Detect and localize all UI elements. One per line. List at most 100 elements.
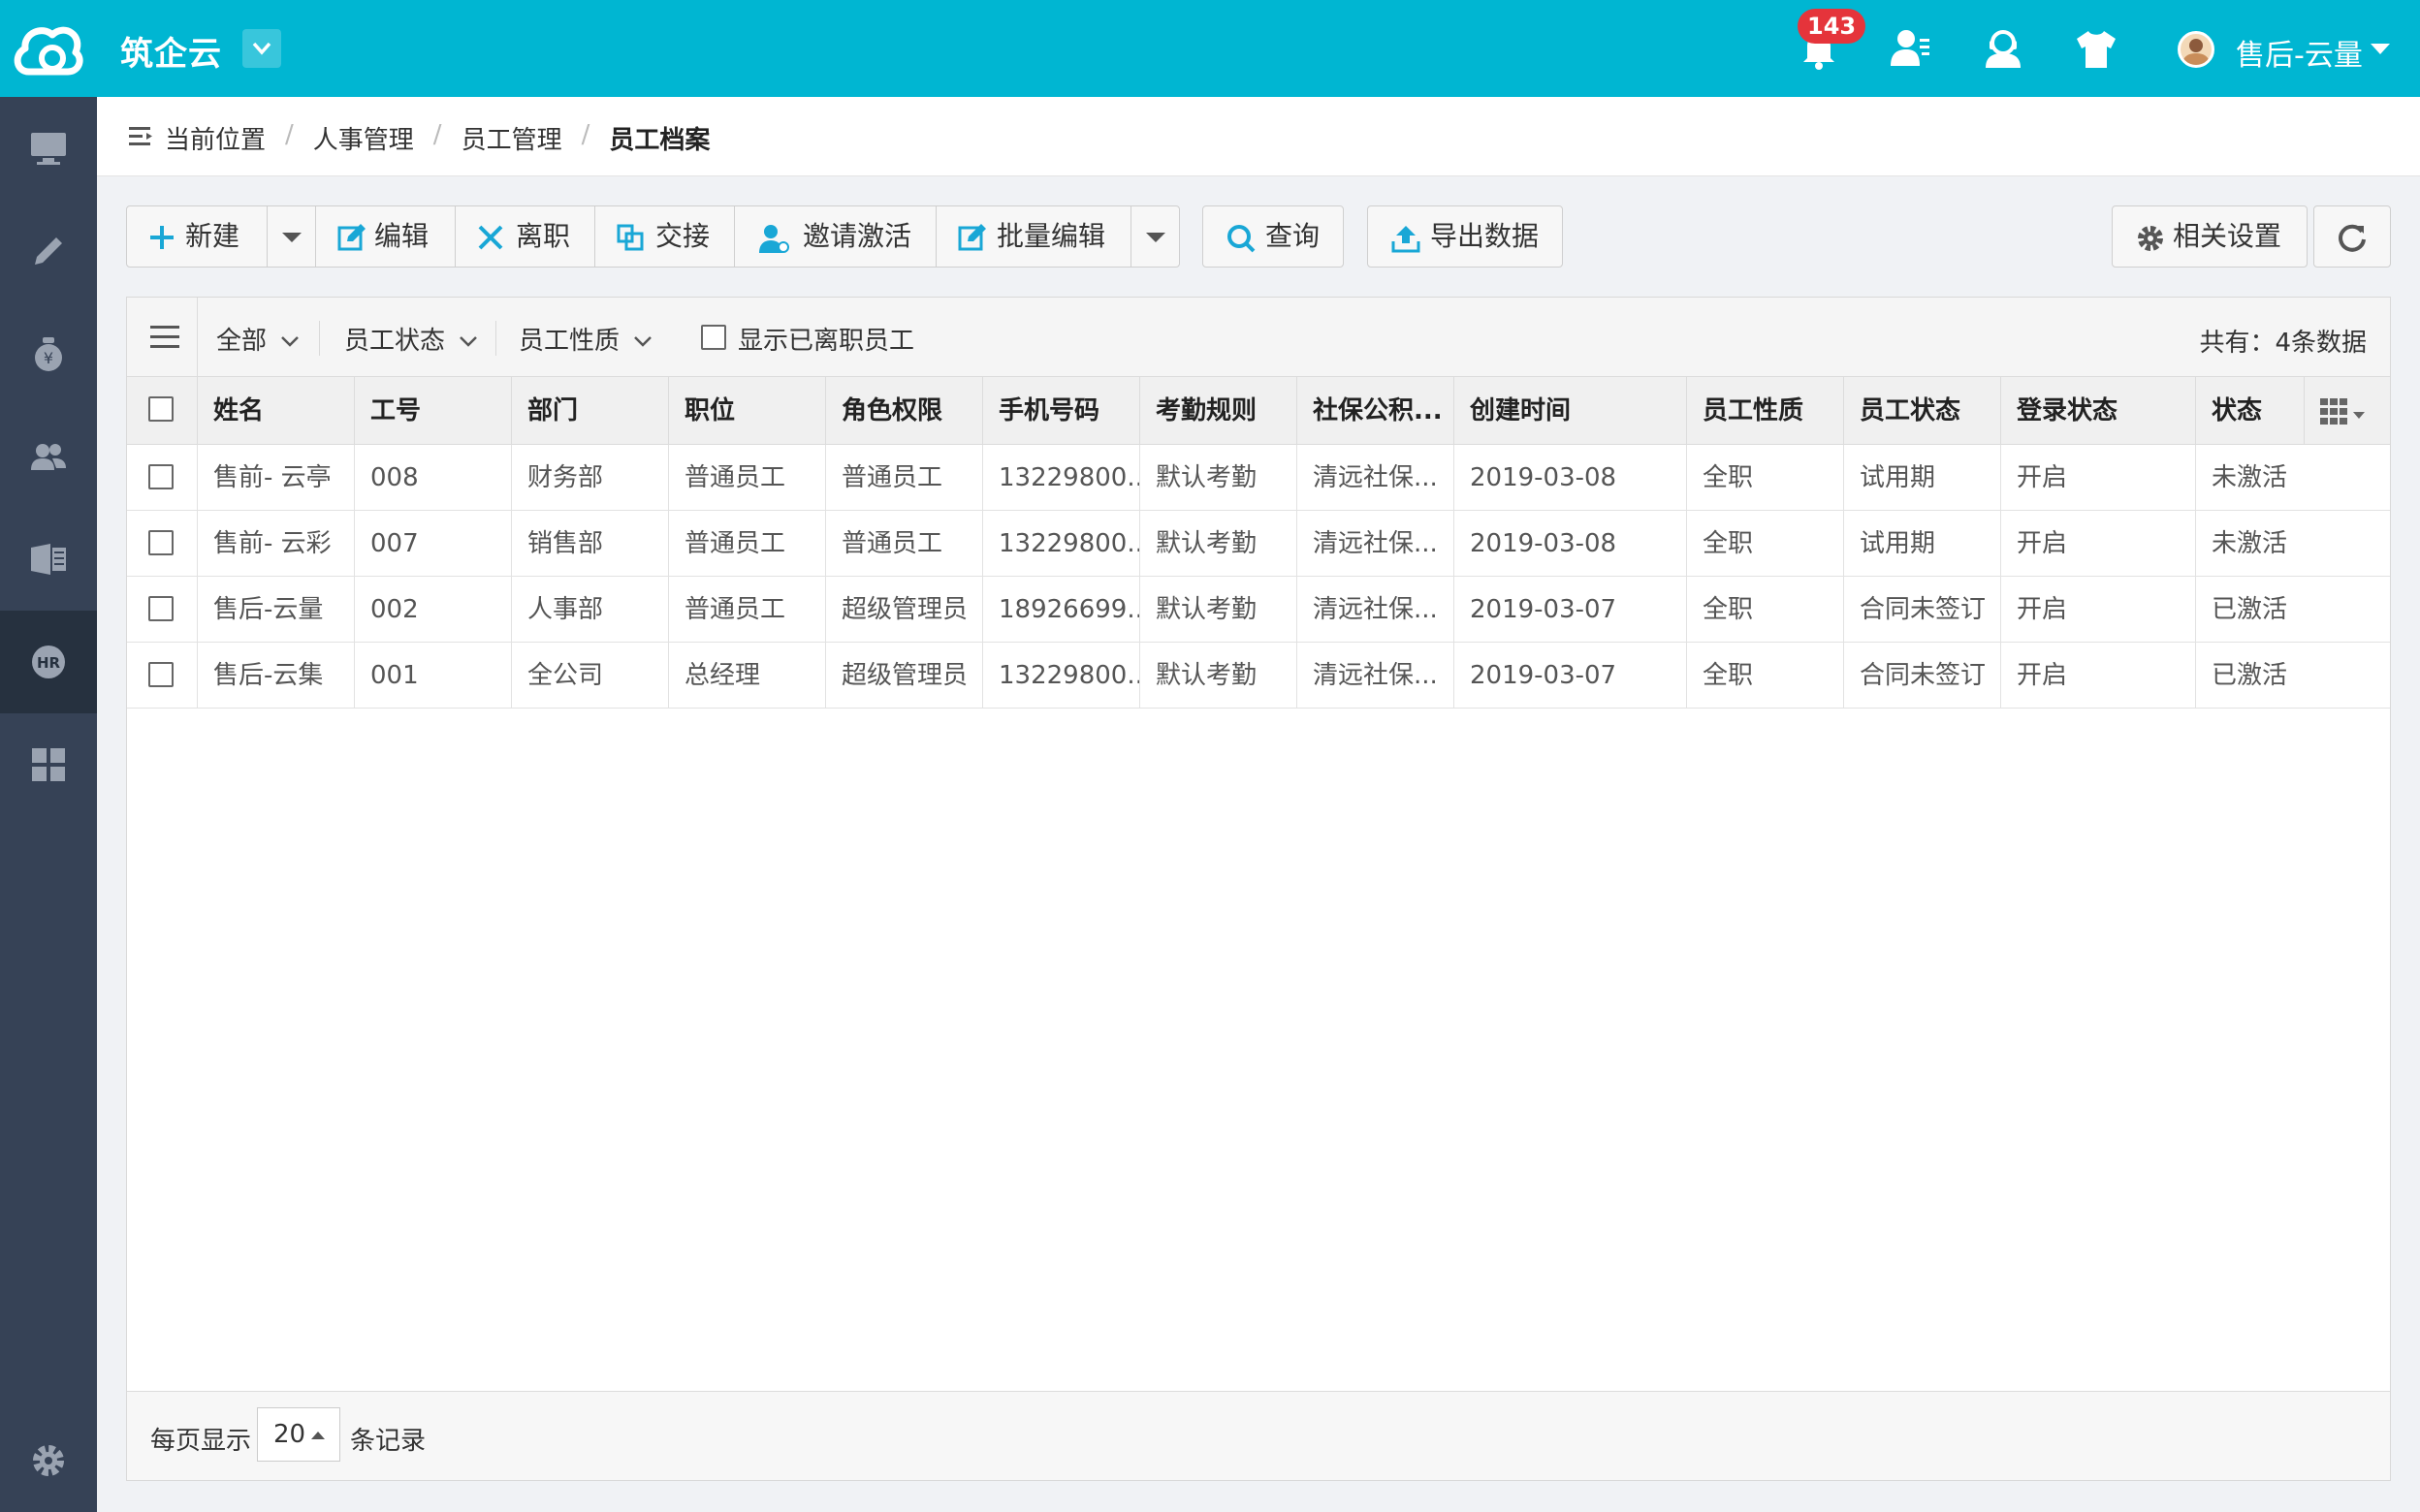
cloud-logo-icon[interactable] — [10, 16, 85, 81]
column-header-phone[interactable]: 手机号码 — [983, 377, 1140, 444]
avatar[interactable] — [2178, 31, 2214, 68]
support-icon[interactable] — [1980, 25, 2026, 72]
column-header-name[interactable]: 姓名 — [198, 377, 355, 444]
breadcrumb-item-hr[interactable]: 人事管理 — [313, 120, 414, 156]
employee-name-link[interactable]: 售后-云集 — [198, 643, 355, 708]
app-title: 筑企云 — [120, 35, 222, 74]
sidebar-item-office[interactable] — [0, 508, 97, 611]
invite-activate-button-label: 邀请激活 — [803, 220, 912, 252]
employee-name-link[interactable]: 售前- 云彩 — [198, 511, 355, 576]
related-settings-button[interactable]: 相关设置 — [2112, 205, 2308, 268]
table-row[interactable]: 售前- 云亭 008 财务部 普通员工 普通员工 13229800... 默认考… — [127, 445, 2390, 511]
handover-button[interactable]: 交接 — [594, 205, 735, 268]
indent-menu-icon[interactable] — [129, 126, 154, 147]
monitor-icon — [31, 133, 66, 165]
select-all-cell — [127, 377, 198, 444]
column-header-dept[interactable]: 部门 — [512, 377, 669, 444]
refresh-button[interactable] — [2313, 205, 2391, 268]
attendance-cell: 默认考勤 — [1140, 445, 1297, 510]
column-chooser-cell[interactable] — [2305, 377, 2392, 444]
new-dropdown-button[interactable] — [267, 205, 316, 268]
resign-button[interactable]: 离职 — [455, 205, 595, 268]
caret-down-icon[interactable] — [2370, 43, 2391, 56]
query-button[interactable]: 查询 — [1202, 205, 1344, 268]
invite-activate-button[interactable]: 邀请激活 — [734, 205, 937, 268]
table-row[interactable]: 售后-云集 001 全公司 总经理 超级管理员 13229800... 默认考勤… — [127, 643, 2390, 709]
app-switch-button[interactable] — [242, 29, 281, 68]
employee-type-cell: 全职 — [1687, 577, 1844, 642]
more-dropdown-button[interactable] — [1130, 205, 1180, 268]
phone-cell: 13229800... — [983, 445, 1140, 510]
column-header-position[interactable]: 职位 — [669, 377, 826, 444]
column-header-role[interactable]: 角色权限 — [826, 377, 983, 444]
filter-all-dropdown[interactable]: 全部 — [216, 321, 300, 357]
new-button[interactable]: 新建 — [126, 205, 268, 268]
sidebar-item-finance[interactable]: ¥ — [0, 302, 97, 405]
sidebar-item-apps[interactable] — [0, 713, 97, 816]
sidebar-item-hr[interactable]: HR — [0, 611, 97, 713]
column-header-id[interactable]: 工号 — [355, 377, 512, 444]
activation-status-cell: 已激活 — [2212, 595, 2288, 624]
gear-icon — [2138, 226, 2163, 251]
breadcrumb-item-current: 员工档案 — [609, 126, 711, 155]
total-count: 共有：4条数据 — [2199, 329, 2367, 358]
edit-button[interactable]: 编辑 — [315, 205, 456, 268]
filter-employee-type-dropdown[interactable]: 员工性质 — [519, 321, 653, 357]
resign-button-label: 离职 — [516, 220, 571, 252]
employee-name-link[interactable]: 售前- 云亭 — [198, 445, 355, 510]
row-select-cell — [127, 511, 198, 576]
row-checkbox[interactable] — [148, 596, 174, 621]
employee-name-link[interactable]: 售后-云量 — [198, 577, 355, 642]
svg-text:HR: HR — [37, 654, 61, 672]
employee-status-cell: 试用期 — [1844, 445, 2001, 510]
table-row[interactable]: 售后-云量 002 人事部 普通员工 超级管理员 18926699... 默认考… — [127, 577, 2390, 643]
breadcrumb-item-employee-mgmt[interactable]: 员工管理 — [462, 120, 562, 156]
activation-status-cell: 已激活 — [2212, 661, 2288, 690]
shirt-icon[interactable] — [2073, 25, 2119, 72]
row-checkbox[interactable] — [148, 662, 174, 687]
show-resigned-checkbox[interactable] — [701, 325, 726, 350]
filter-employee-status-dropdown[interactable]: 员工状态 — [344, 321, 478, 357]
export-data-button[interactable]: 导出数据 — [1367, 205, 1563, 268]
divider — [197, 298, 198, 377]
sidebar-item-customers[interactable] — [0, 405, 97, 508]
batch-edit-button[interactable]: 批量编辑 — [936, 205, 1131, 268]
row-checkbox[interactable] — [148, 530, 174, 555]
export-data-button-label: 导出数据 — [1430, 220, 1540, 252]
department-cell: 销售部 — [512, 511, 669, 576]
chevron-down-icon — [634, 336, 653, 347]
user-name[interactable]: 售后-云量 — [2236, 31, 2363, 74]
top-bar: 筑企云 143 售后-云量 — [0, 0, 2420, 97]
column-header-social-security[interactable]: 社保公积... — [1297, 377, 1454, 444]
page-size-value: 20 — [273, 1420, 306, 1449]
divider — [495, 321, 496, 356]
column-header-employee-status[interactable]: 员工状态 — [1844, 377, 2001, 444]
sidebar-item-settings[interactable] — [0, 1409, 97, 1512]
column-header-employee-type[interactable]: 员工性质 — [1687, 377, 1844, 444]
sidebar-item-edit[interactable] — [0, 200, 97, 302]
column-header-login-status[interactable]: 登录状态 — [2001, 377, 2196, 444]
contact-icon[interactable] — [1887, 25, 1933, 72]
social-security-cell: 清远社保... — [1297, 511, 1454, 576]
column-header-attendance[interactable]: 考勤规则 — [1140, 377, 1297, 444]
table-row[interactable]: 售前- 云彩 007 销售部 普通员工 普通员工 13229800... 默认考… — [127, 511, 2390, 577]
sidebar-item-desktop[interactable] — [0, 97, 97, 200]
row-checkbox[interactable] — [148, 464, 174, 489]
select-all-checkbox[interactable] — [148, 396, 174, 422]
breadcrumb-separator: / — [581, 120, 590, 149]
position-cell: 普通员工 — [669, 445, 826, 510]
pagination-footer: 每页显示 20 条记录 — [127, 1391, 2390, 1480]
row-select-cell — [127, 577, 198, 642]
column-header-status[interactable]: 状态 — [2196, 377, 2305, 444]
column-header-created-time[interactable]: 创建时间 — [1454, 377, 1687, 444]
column-menu-icon[interactable] — [150, 325, 179, 350]
social-security-cell: 清远社保... — [1297, 643, 1454, 708]
moneybag-icon: ¥ — [35, 337, 62, 371]
login-status-cell: 开启 — [2001, 577, 2196, 642]
employee-status-cell: 合同未签订 — [1844, 577, 2001, 642]
refresh-icon — [2339, 224, 2366, 252]
office-icon — [31, 544, 66, 575]
page-size-select[interactable]: 20 — [257, 1407, 340, 1462]
svg-text:¥: ¥ — [44, 349, 53, 367]
show-resigned-label: 显示已离职员工 — [738, 327, 915, 356]
